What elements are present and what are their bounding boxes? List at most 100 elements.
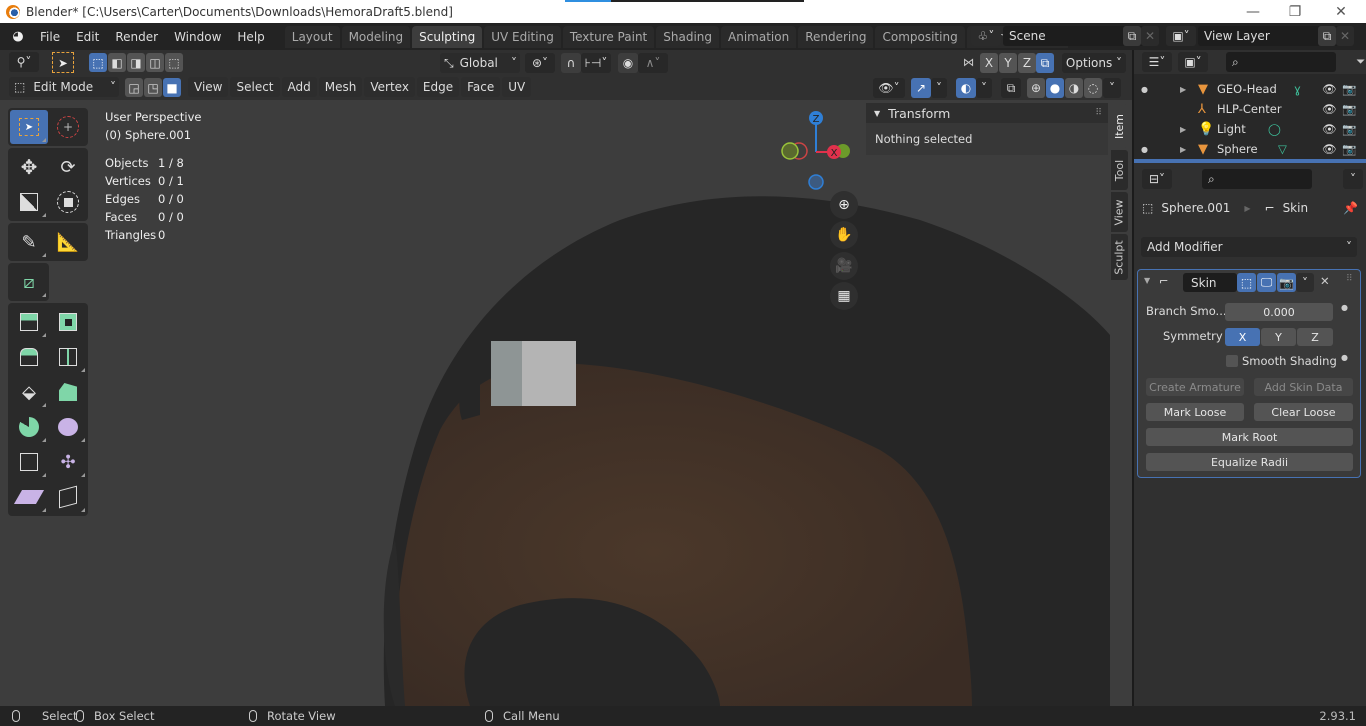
tool-annotate[interactable]: ✎	[10, 225, 48, 259]
shading-dropdown-icon[interactable]: ˅	[1103, 78, 1121, 98]
show-gizmo-icon[interactable]: ↗	[911, 78, 931, 98]
workspace-tab-uv-editing[interactable]: UV Editing	[484, 26, 561, 48]
scene-selector-icon[interactable]: ♧˅	[971, 26, 1001, 46]
mode-dropdown[interactable]: ⬚ Edit Mode ˅	[9, 77, 119, 97]
snap-to-icon[interactable]: ⊦⊣˅	[581, 53, 611, 73]
options-dropdown[interactable]: Options ˅	[1062, 53, 1126, 73]
workspace-tab-modeling[interactable]: Modeling	[341, 26, 411, 48]
delete-scene-icon[interactable]: ✕	[1141, 26, 1159, 46]
blender-menu-icon[interactable]: ◕	[10, 29, 26, 45]
edge-select-icon[interactable]: ◳	[144, 78, 162, 97]
close-window-button[interactable]: ✕	[1318, 0, 1364, 23]
view-layer-icon[interactable]: ▣˅	[1166, 26, 1196, 46]
select-tool-icon[interactable]: ➤	[52, 52, 74, 73]
drag-handle-icon[interactable]: ⠿	[1095, 108, 1102, 118]
outliner-row[interactable]: ▶ 💡 Light ◯ 👁 📷	[1134, 119, 1366, 139]
tool-inset[interactable]	[49, 305, 87, 339]
workspace-tab-animation[interactable]: Animation	[721, 26, 797, 48]
menu-render[interactable]: Render	[107, 30, 166, 44]
select-mode-invert-icon[interactable]: ◫	[146, 53, 164, 72]
3d-viewport[interactable]: ➤ + ✥ ⟳ ✎ 📐 ⧄ ⬙ ✣ User Perspective (0) S…	[0, 100, 1132, 706]
tool-cursor[interactable]: +	[49, 110, 87, 144]
outliner-editor-type-icon[interactable]: ☰˅	[1142, 52, 1172, 72]
snap-icon[interactable]: ∩	[561, 53, 581, 73]
menu-mesh[interactable]: Mesh	[318, 77, 363, 97]
menu-window[interactable]: Window	[166, 30, 229, 44]
keyframe-dot-icon[interactable]: ●	[1341, 303, 1348, 312]
workspace-tab-shading[interactable]: Shading	[656, 26, 719, 48]
tool-move[interactable]: ✥	[10, 150, 48, 184]
rendered-shading-icon[interactable]: ◌	[1084, 78, 1102, 98]
transform-panel-header[interactable]: ▼ Transform ⠿	[866, 103, 1108, 123]
drag-handle-icon[interactable]: ⠿	[1346, 274, 1353, 284]
overlays-dropdown-icon[interactable]: ˅	[976, 78, 992, 98]
filter-icon[interactable]: ⏷	[1356, 54, 1365, 69]
workspace-tab-compositing[interactable]: Compositing	[875, 26, 965, 48]
outliner-row[interactable]: ⅄ HLP-Center 👁 📷	[1134, 99, 1366, 119]
modifier-name-field[interactable]: Skin	[1183, 273, 1237, 292]
remove-modifier-icon[interactable]: ✕	[1320, 274, 1330, 288]
mirror-x-toggle[interactable]: X	[980, 53, 998, 73]
tool-bevel[interactable]	[10, 340, 48, 374]
outliner-selected-row[interactable]	[1134, 159, 1366, 163]
create-armature-button[interactable]: Create Armature	[1146, 378, 1244, 396]
pin-icon[interactable]: 📌	[1343, 201, 1358, 215]
select-mode-new-icon[interactable]: ⬚	[89, 53, 107, 72]
tool-extrude[interactable]	[10, 305, 48, 339]
select-mode-intersect-icon[interactable]: ⬚	[165, 53, 183, 72]
editor-type-icon[interactable]: ⚲˅	[9, 52, 39, 72]
menu-vertex[interactable]: Vertex	[364, 77, 415, 97]
viewport-display-toggle-icon[interactable]: 🖵	[1257, 273, 1276, 292]
menu-edit[interactable]: Edit	[68, 30, 107, 44]
expand-arrow-icon[interactable]: ▶	[1180, 145, 1186, 154]
select-mode-extend-icon[interactable]: ◧	[108, 53, 126, 72]
properties-editor-type-icon[interactable]: ⊟˅	[1142, 169, 1172, 189]
workspace-tab-layout[interactable]: Layout	[284, 26, 340, 48]
outliner-search-input[interactable]: ⌕	[1226, 52, 1336, 72]
menu-file[interactable]: File	[32, 30, 68, 44]
transform-orientation-dropdown[interactable]: ⤡ Global ˅	[440, 53, 520, 73]
tool-shrink-fatten[interactable]: ✣	[49, 445, 87, 479]
tool-loop-cut[interactable]	[49, 340, 87, 374]
visibility-eye-icon[interactable]: 👁	[1322, 82, 1337, 96]
tool-rip-region[interactable]	[49, 480, 87, 514]
keyframe-dot-icon[interactable]: ●	[1341, 353, 1348, 362]
tool-measure[interactable]: 📐	[49, 225, 87, 259]
auto-merge-icon[interactable]: ⧉	[1036, 53, 1054, 73]
pivot-point-icon[interactable]: ⊛˅	[525, 53, 555, 73]
tool-shear[interactable]	[10, 480, 48, 514]
tool-smooth[interactable]	[49, 410, 87, 444]
gizmo-dropdown-icon[interactable]: ˅	[931, 78, 947, 98]
toggle-perspective-grid-icon[interactable]: ▦	[830, 282, 858, 310]
symmetry-z-toggle[interactable]: Z	[1297, 328, 1333, 346]
material-preview-icon[interactable]: ◑	[1065, 78, 1083, 98]
menu-view[interactable]: View	[188, 77, 229, 97]
select-mode-subtract-icon[interactable]: ◨	[127, 53, 145, 72]
properties-search-input[interactable]: ⌕	[1202, 169, 1312, 189]
delete-view-layer-icon[interactable]: ✕	[1336, 26, 1354, 46]
new-scene-icon[interactable]: ⧉	[1123, 26, 1141, 46]
npanel-tab-view[interactable]: View	[1111, 192, 1128, 232]
xray-toggle-icon[interactable]: ⧉	[1001, 78, 1021, 98]
tool-edge-slide[interactable]	[10, 445, 48, 479]
outliner-row[interactable]: ● ▶ ▼ GEO-Head ɣ 👁 📷	[1134, 79, 1366, 99]
collapse-triangle-icon[interactable]: ▼	[1144, 276, 1150, 285]
npanel-tab-sculpt[interactable]: Sculpt	[1111, 234, 1128, 280]
render-camera-icon[interactable]: 📷	[1342, 102, 1356, 116]
pan-view-hand-icon[interactable]: ✋	[830, 221, 858, 249]
mirror-y-toggle[interactable]: Y	[999, 53, 1017, 73]
symmetry-x-toggle[interactable]: X	[1225, 328, 1260, 346]
npanel-tab-tool[interactable]: Tool	[1111, 150, 1128, 190]
wireframe-shading-icon[interactable]: ⊕	[1027, 78, 1045, 98]
outliner-row[interactable]: ● ▶ ▼ Sphere ▽ 👁 📷	[1134, 139, 1366, 159]
camera-view-icon[interactable]: 🎥	[830, 252, 858, 280]
menu-face[interactable]: Face	[461, 77, 501, 97]
show-overlays-icon[interactable]: ◐	[956, 78, 976, 98]
visibility-eye-icon[interactable]: 👁	[1322, 142, 1337, 156]
new-view-layer-icon[interactable]: ⧉	[1318, 26, 1336, 46]
menu-select[interactable]: Select	[230, 77, 280, 97]
tool-knife[interactable]: ⬙	[10, 375, 48, 409]
add-modifier-dropdown[interactable]: Add Modifier ˅	[1141, 237, 1357, 257]
tool-poly-build[interactable]	[49, 375, 87, 409]
visibility-eye-icon[interactable]: 👁	[1322, 102, 1337, 116]
